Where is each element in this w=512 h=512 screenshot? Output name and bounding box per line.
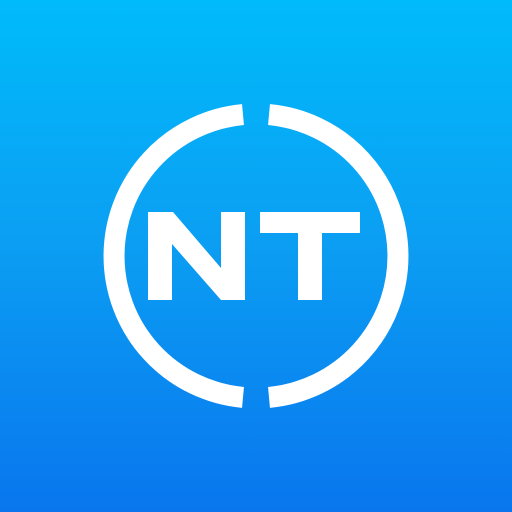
letter-t-icon bbox=[260, 212, 360, 300]
letter-n-icon bbox=[148, 212, 245, 300]
app-icon bbox=[0, 0, 512, 512]
nt-logo bbox=[103, 104, 409, 408]
ring-right-arc-icon bbox=[268, 104, 409, 408]
